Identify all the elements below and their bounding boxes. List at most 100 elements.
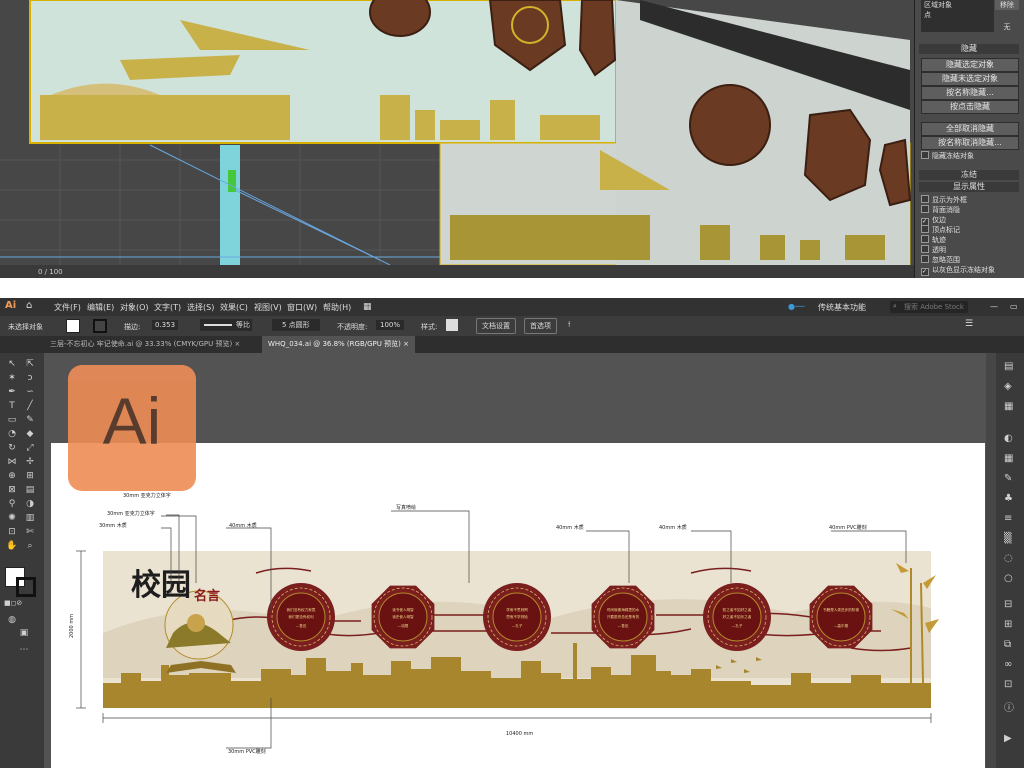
remove-button[interactable]: 移除 <box>995 0 1019 10</box>
workspace-switcher[interactable]: 传统基本功能 <box>818 302 866 313</box>
draw-mode-icon[interactable]: ◍ <box>6 615 18 625</box>
slider-icon[interactable]: ●── <box>788 302 805 311</box>
unhide-by-name-button[interactable]: 按名称取消隐藏... <box>921 136 1019 150</box>
color-panel-icon[interactable]: ◐ <box>1004 433 1013 444</box>
slice-tool-icon[interactable]: ✄ <box>24 527 36 537</box>
menu-select[interactable]: 选择(S) <box>187 302 214 313</box>
scale-tool-icon[interactable]: ⤢ <box>24 443 36 453</box>
artboards-panel-icon[interactable]: ⊡ <box>1004 679 1012 690</box>
direct-selection-tool-icon[interactable]: ⇱ <box>24 359 36 369</box>
appearance-panel-icon[interactable]: ○ <box>1004 573 1013 584</box>
menu-window[interactable]: 窗口(W) <box>287 302 317 313</box>
unhide-all-button[interactable]: 全部取消隐藏 <box>921 122 1019 136</box>
eraser-tool-icon[interactable]: ◆ <box>24 429 36 439</box>
hide-by-name-button[interactable]: 按名称隐藏... <box>921 86 1019 100</box>
display-prop-row[interactable]: 背面消隐 <box>921 205 1021 215</box>
more-tools-icon[interactable]: ⋯ <box>18 645 30 655</box>
type-tool-icon[interactable]: T <box>6 401 18 411</box>
shaper-tool-icon[interactable]: ◔ <box>6 429 18 439</box>
document-setup-button[interactable]: 文档设置 <box>476 318 516 334</box>
graph-tool-icon[interactable]: ▥ <box>24 513 36 523</box>
tab-doc-2[interactable]: WHQ_034.ai @ 36.8% (RGB/GPU 预览) × <box>262 336 415 353</box>
line-tool-icon[interactable]: ╱ <box>24 401 36 411</box>
hide-rollout-header[interactable]: 隐藏 <box>919 44 1019 54</box>
paintbrush-tool-icon[interactable]: ✎ <box>24 415 36 425</box>
stroke-color-icon[interactable] <box>16 577 36 597</box>
menu-type[interactable]: 文字(T) <box>154 302 181 313</box>
stock-search-input[interactable]: 搜索 Adobe Stock <box>890 301 968 313</box>
style-swatch[interactable] <box>446 319 458 331</box>
swatches-panel-icon[interactable]: ▦ <box>1004 453 1013 464</box>
screen-mode-icon[interactable]: ▣ <box>18 628 30 638</box>
stroke-panel-icon[interactable]: ≡ <box>1004 513 1012 524</box>
freeze-rollout-header[interactable]: 冻结 <box>919 170 1019 180</box>
menu-object[interactable]: 对象(O) <box>120 302 149 313</box>
mesh-tool-icon[interactable]: ⊠ <box>6 485 18 495</box>
panel-menu-icon[interactable]: ☰ <box>965 319 973 329</box>
layers-panel-icon[interactable]: ◈ <box>1004 381 1012 392</box>
tab-doc-1[interactable]: 三层-不忘初心 牢记使命.ai @ 33.33% (CMYK/GPU 预览) × <box>44 336 246 353</box>
transparency-panel-icon[interactable]: ◌ <box>1004 553 1013 564</box>
symbols-panel-icon[interactable]: ♣ <box>1004 493 1013 504</box>
shape-builder-tool-icon[interactable]: ⊕ <box>6 471 18 481</box>
properties-panel-icon[interactable]: ▤ <box>1004 361 1013 372</box>
stroke-swatch[interactable] <box>93 319 107 333</box>
arrange-icon[interactable]: ▦ <box>363 302 372 312</box>
display-prop-row[interactable]: 显示为外框 <box>921 195 1021 205</box>
symbol-sprayer-tool-icon[interactable]: ✺ <box>6 513 18 523</box>
pen-tool-icon[interactable]: ✒ <box>6 387 18 397</box>
lasso-tool-icon[interactable]: ↄ <box>24 373 36 383</box>
transform-panel-icon[interactable]: ⊞ <box>1004 619 1012 630</box>
display-prop-row[interactable]: ✓ 以灰色显示冻结对象 <box>921 265 1021 276</box>
selection-tool-icon[interactable]: ↖ <box>6 359 18 369</box>
puppet-warp-tool-icon[interactable]: ✢ <box>24 457 36 467</box>
minimize-icon[interactable]: — <box>990 302 998 311</box>
maximize-icon[interactable]: ▭ <box>1010 302 1018 311</box>
hide-unselected-button[interactable]: 隐藏未选定对象 <box>921 72 1019 86</box>
artboard[interactable]: 校园 名言 我们没有权力寂寞 我们更没有权利 —鲁迅 读书使人明智 读史使人明智 —培根 学… <box>51 443 985 768</box>
hide-frozen-checkbox[interactable]: 隐藏冻结对象 <box>921 151 1021 161</box>
info-panel-icon[interactable]: ⓘ <box>1004 699 1014 714</box>
menu-edit[interactable]: 编辑(E) <box>87 302 114 313</box>
hide-selected-button[interactable]: 隐藏选定对象 <box>921 58 1019 72</box>
hand-tool-icon[interactable]: ✋ <box>6 541 18 551</box>
display-prop-row[interactable]: ✓ 仅边 <box>921 215 1021 226</box>
hide-by-hit-button[interactable]: 按点击隐藏 <box>921 100 1019 114</box>
eyedropper-tool-icon[interactable]: ⚲ <box>6 499 18 509</box>
opacity-input[interactable]: 100% <box>376 320 405 330</box>
menu-file[interactable]: 文件(F) <box>54 302 81 313</box>
transform-icon[interactable]: ⟊ <box>568 320 570 330</box>
width-tool-icon[interactable]: ⋈ <box>6 457 18 467</box>
curvature-tool-icon[interactable]: ∽ <box>24 387 36 397</box>
color-mode-icon[interactable]: ■◻⊘ <box>4 599 22 607</box>
brushes-panel-icon[interactable]: ✎ <box>1004 473 1012 484</box>
home-icon[interactable]: ⌂ <box>26 300 32 311</box>
stroke-weight-input[interactable]: 0.353 <box>152 320 179 330</box>
menu-effect[interactable]: 效果(C) <box>220 302 248 313</box>
libraries-panel-icon[interactable]: ▦ <box>1004 401 1013 412</box>
menu-help[interactable]: 帮助(H) <box>323 302 351 313</box>
perspective-tool-icon[interactable]: ⊞ <box>24 471 36 481</box>
vertical-scrollbar[interactable] <box>986 353 996 768</box>
display-prop-row[interactable]: 顶点标记 <box>921 225 1021 235</box>
menu-view[interactable]: 视图(V) <box>254 302 282 313</box>
align-panel-icon[interactable]: ⊟ <box>1004 599 1012 610</box>
magic-wand-tool-icon[interactable]: ✶ <box>6 373 18 383</box>
brush-select[interactable]: 5 点圆形 <box>272 319 320 331</box>
display-prop-row[interactable]: 忽略范围 <box>921 255 1021 265</box>
gradient-tool-icon[interactable]: ▤ <box>24 485 36 495</box>
rectangle-tool-icon[interactable]: ▭ <box>6 415 18 425</box>
selection-set-field[interactable]: 区域对象 点 <box>921 0 994 32</box>
zoom-tool-icon[interactable]: ⌕ <box>24 541 36 551</box>
links-panel-icon[interactable]: ∞ <box>1004 659 1012 670</box>
blend-tool-icon[interactable]: ◑ <box>24 499 36 509</box>
rotate-tool-icon[interactable]: ↻ <box>6 443 18 453</box>
preferences-button[interactable]: 首选项 <box>524 318 557 334</box>
display-prop-row[interactable]: 轨迹 <box>921 235 1021 245</box>
display-props-rollout-header[interactable]: 显示属性 <box>919 182 1019 192</box>
artboard-tool-icon[interactable]: ⊡ <box>6 527 18 537</box>
max-viewports[interactable]: 0 / 100 <box>0 0 914 278</box>
fill-swatch[interactable] <box>66 319 80 333</box>
actions-panel-icon[interactable]: ▶ <box>1004 733 1012 744</box>
display-prop-row[interactable]: 透明 <box>921 245 1021 255</box>
